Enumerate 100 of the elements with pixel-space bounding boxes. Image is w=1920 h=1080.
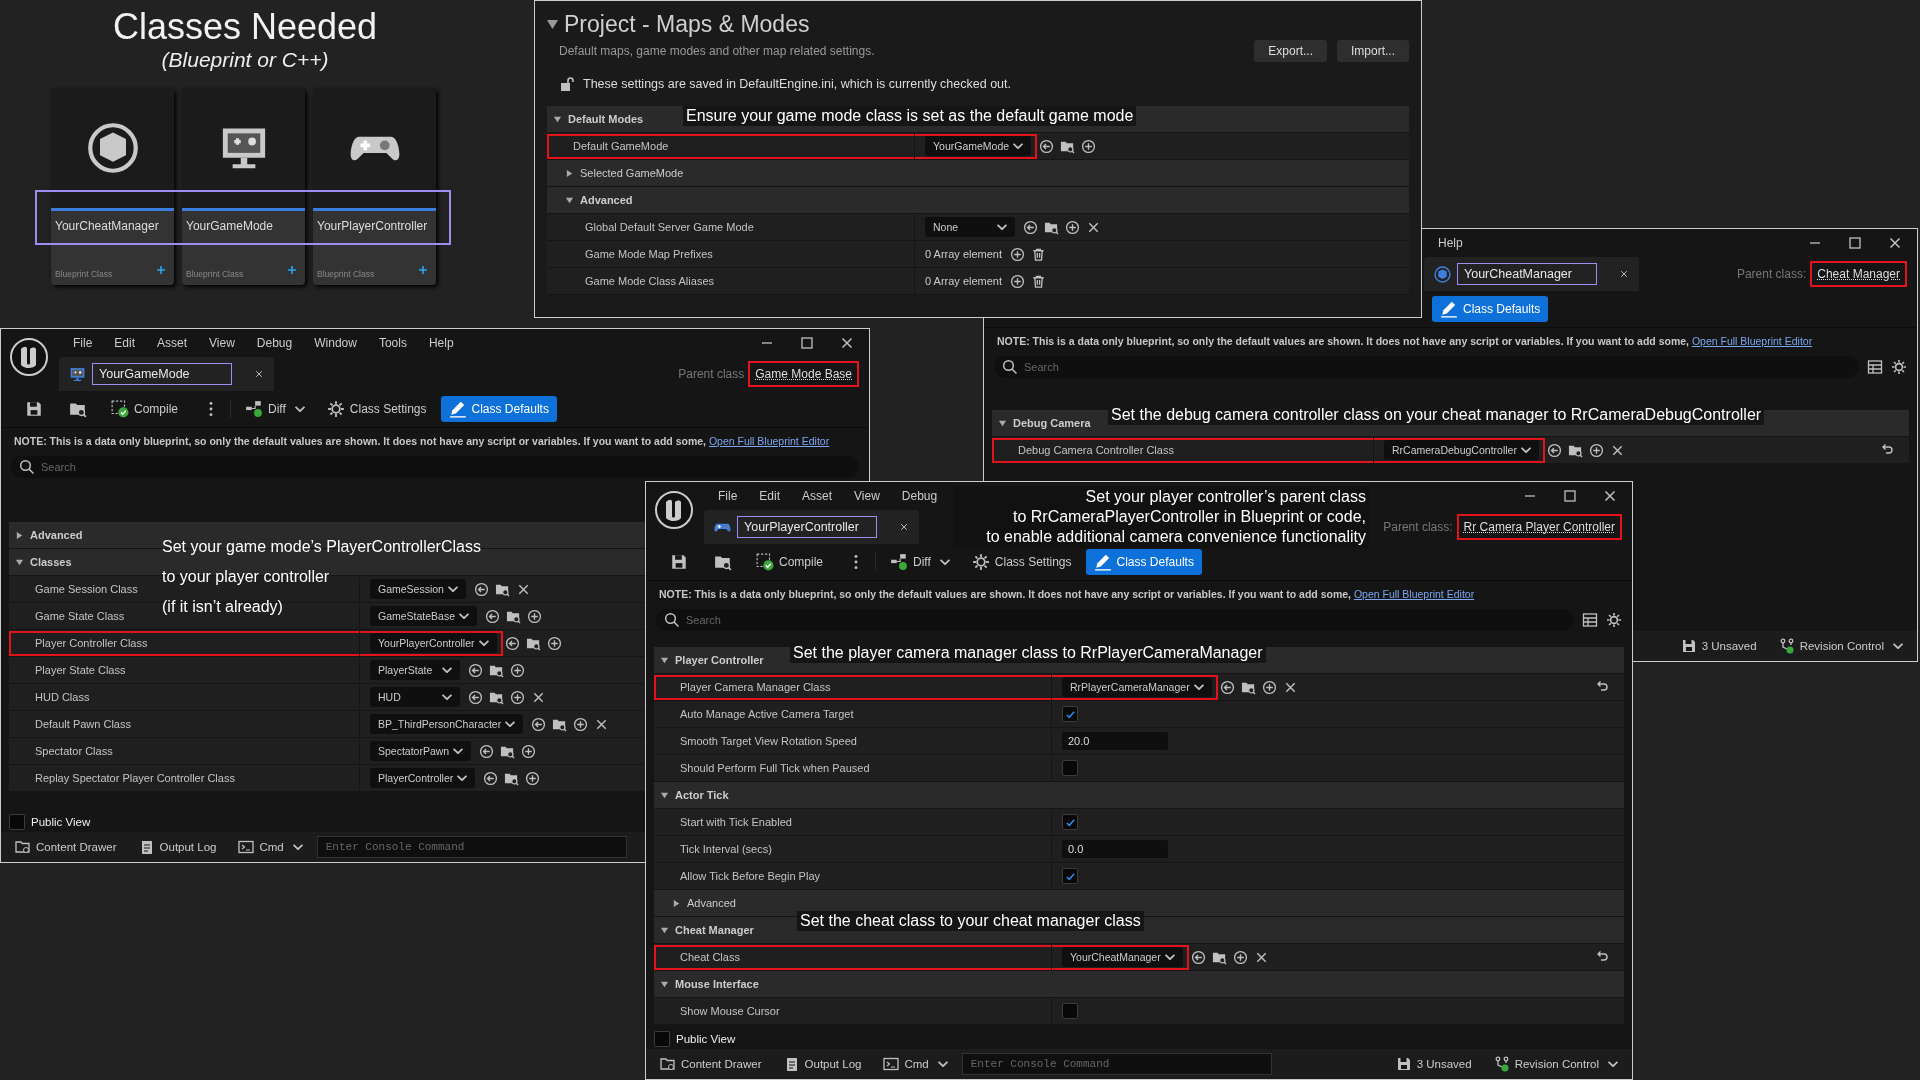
compile-button[interactable]: Compile [103,396,186,422]
close-icon[interactable] [839,335,855,351]
menu-item[interactable]: Debug [256,336,293,350]
left-arrow-circle-icon[interactable] [531,716,547,732]
save-icon[interactable] [670,553,688,571]
menu-item[interactable]: Window [314,336,357,350]
left-arrow-circle-icon[interactable] [473,581,489,597]
menu-item[interactable]: Help [428,336,454,350]
add-icon[interactable] [1065,219,1080,235]
settings-button[interactable]: Export... [1254,40,1327,62]
left-arrow-circle-icon[interactable] [485,608,501,624]
link[interactable]: Open Full Blueprint Editor [1353,588,1475,600]
class-dropdown[interactable]: SpectatorPawn [370,741,472,761]
close-icon[interactable] [899,522,909,532]
checkbox[interactable] [1062,814,1078,830]
class-dropdown[interactable]: HUD [370,687,460,707]
checkbox[interactable] [1062,1003,1078,1019]
number-field[interactable]: 20.0 [1062,732,1168,750]
menu-item[interactable]: Edit [759,489,781,503]
class-dropdown[interactable]: YourGameMode [925,136,1032,156]
document-tab[interactable]: YourGameMode [92,363,232,385]
expand-arrow-icon[interactable] [998,418,1007,428]
close-icon[interactable] [1602,488,1618,504]
class-dropdown[interactable]: PlayerController [370,768,476,788]
menu-item[interactable]: View [209,336,235,350]
parent-class-link[interactable]: Game Mode Base [748,361,859,387]
status-button[interactable]: Content Drawer [652,1052,770,1076]
save-icon[interactable] [25,400,43,418]
close-icon[interactable] [254,369,264,379]
diff-button[interactable]: Diff [882,549,958,575]
add-icon[interactable] [510,689,525,705]
expand-arrow-icon[interactable] [15,557,24,567]
status-button[interactable]: Output Log [130,835,225,859]
add-icon[interactable] [1261,679,1277,695]
mode-tab[interactable]: Class Defaults [1432,296,1549,322]
menu-item[interactable]: File [718,489,738,503]
checkbox[interactable] [1062,760,1078,776]
trash-icon[interactable] [1031,246,1047,262]
class-dropdown[interactable]: YourCheatManager [1062,947,1183,967]
parent-class-link[interactable]: Rr Camera Player Controller [1456,514,1622,540]
menu-item[interactable]: Debug [901,489,938,503]
class-dropdown[interactable]: RrPlayerCameraManager [1062,677,1212,697]
menu-item[interactable]: Tools [378,336,407,350]
add-icon[interactable] [1010,273,1026,289]
class-dropdown[interactable]: YourPlayerController [370,633,497,653]
grid-icon[interactable] [1867,359,1883,375]
link[interactable]: Open Full Blueprint Editor [1691,335,1813,347]
menu-item[interactable]: View [854,489,880,503]
expand-arrow-icon[interactable] [660,925,669,935]
number-field[interactable]: 0.0 [1062,840,1168,858]
add-icon[interactable] [1232,949,1248,965]
add-icon[interactable] [546,635,562,651]
class-dropdown[interactable]: RrCameraDebugController [1384,440,1539,460]
mode-tab[interactable]: Class Defaults [440,396,557,422]
left-arrow-circle-icon[interactable] [1219,679,1235,695]
left-arrow-circle-icon[interactable] [468,662,483,678]
status-button[interactable]: Cmd [875,1052,956,1076]
grid-icon[interactable] [1582,612,1598,628]
compile-button[interactable]: Compile [748,549,831,575]
maximize-icon[interactable] [1847,235,1863,251]
expand-arrow-icon[interactable] [565,168,574,178]
status-button[interactable]: Cmd [230,835,311,859]
status-button[interactable]: Output Log [775,1052,870,1076]
expand-arrow-icon[interactable] [660,655,669,665]
close-icon[interactable] [1887,235,1903,251]
menu-item[interactable]: Edit [114,336,136,350]
add-icon[interactable] [1081,138,1097,154]
expand-arrow-icon[interactable] [565,195,574,205]
left-arrow-circle-icon[interactable] [1039,138,1055,154]
status-button[interactable]: Revision Control [1485,1052,1626,1076]
checkbox[interactable] [1062,706,1078,722]
left-arrow-circle-icon[interactable] [1546,442,1562,458]
class-dropdown[interactable]: GameSession [370,579,466,599]
mode-tab[interactable]: Class Settings [318,396,435,422]
close-icon[interactable] [1619,269,1629,279]
status-button[interactable]: Content Drawer [7,835,125,859]
expand-arrow-icon[interactable] [660,790,669,800]
expand-arrow-icon[interactable] [15,530,24,540]
document-tab[interactable]: YourPlayerController [737,516,877,538]
add-icon[interactable] [573,716,589,732]
folder-search-icon[interactable] [714,553,732,571]
settings-icon[interactable] [1606,612,1622,628]
checkbox[interactable] [9,814,25,830]
maximize-icon[interactable] [799,335,815,351]
menu-item[interactable]: Asset [802,489,833,503]
left-arrow-circle-icon[interactable] [479,743,495,759]
mode-tab[interactable]: Class Defaults [1085,549,1202,575]
left-arrow-circle-icon[interactable] [504,635,520,651]
class-dropdown[interactable]: GameStateBase [370,606,478,626]
add-icon[interactable] [525,770,541,786]
status-button[interactable]: 3 Unsaved [1672,634,1765,658]
left-arrow-circle-icon[interactable] [468,689,483,705]
add-icon[interactable] [521,743,537,759]
class-card[interactable]: YourGameMode Blueprint Class [182,88,305,285]
checkbox[interactable] [654,1031,670,1047]
add-icon[interactable] [510,662,525,678]
status-button[interactable]: 3 Unsaved [1387,1052,1480,1076]
add-icon[interactable] [1010,246,1026,262]
expand-arrow-icon[interactable] [660,979,669,989]
left-arrow-circle-icon[interactable] [483,770,499,786]
